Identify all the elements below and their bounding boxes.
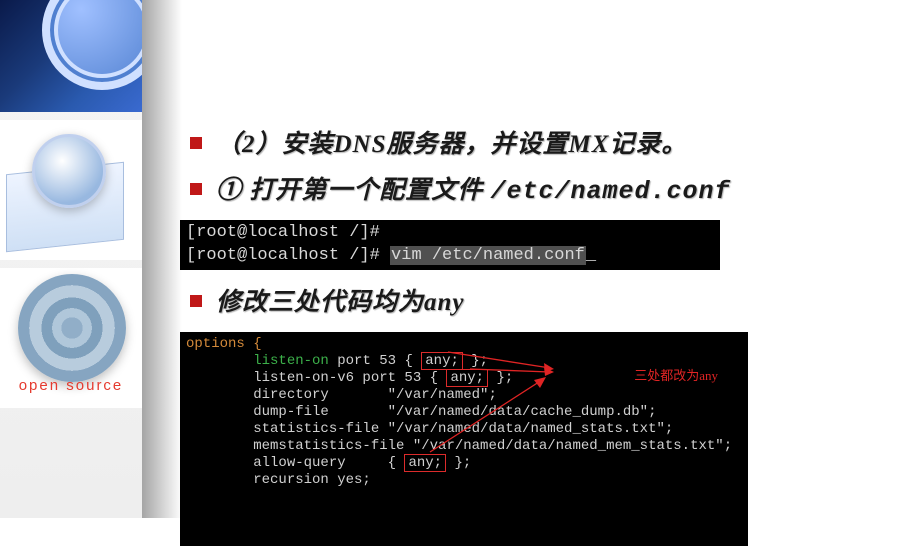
bullet-item-3: 修改三处代码均为any — [190, 284, 920, 322]
t2-line-7-prefix: allow-query { — [186, 455, 404, 471]
terminal-screenshot-1: [root@localhost /]# [root@localhost /]# … — [180, 220, 720, 270]
bullet-item-2: ① 打开第一个配置文件 /etc/named.conf — [190, 172, 920, 211]
t2-line-7-tail: }; — [446, 455, 471, 471]
t2-line-0: options { — [186, 336, 262, 352]
annotation-text: 三处都改为any — [634, 368, 718, 384]
bullet-item-1: （2）安装DNS服务器，并设置MX记录。 — [190, 126, 920, 164]
t2-line-8: recursion yes; — [186, 472, 371, 488]
term1-line1: [root@localhost /]# — [186, 223, 380, 242]
bullet-text-1: （2）安装DNS服务器，并设置MX记录。 — [216, 126, 687, 164]
sidebar-shadow — [142, 0, 182, 518]
bullet-text-2: ① 打开第一个配置文件 /etc/named.conf — [216, 172, 731, 211]
sidebar-image-box-compass — [0, 120, 142, 260]
open-source-emblem-icon — [42, 0, 142, 90]
t2-line-5: statistics-file "/var/named/data/named_s… — [186, 421, 673, 437]
bullet-square-icon — [190, 183, 202, 195]
sidebar-image-opensource-rings: open source — [0, 268, 142, 408]
slide-sidebar: open source — [0, 0, 142, 518]
bullet-text-3: 修改三处代码均为any — [216, 284, 465, 322]
bullet-2-code: /etc/named.conf — [491, 177, 731, 206]
t2-line-2-tail: }; — [488, 370, 513, 386]
bullet-square-icon — [190, 137, 202, 149]
t2-line-7-any: any; — [404, 454, 446, 472]
t2-line-3: directory "/var/named"; — [186, 387, 497, 403]
concentric-rings-icon — [18, 274, 126, 382]
t2-line-2-any: any; — [446, 369, 488, 387]
term1-line2-prompt: [root@localhost /]# — [186, 246, 390, 265]
slide-content: （2）安装DNS服务器，并设置MX记录。 ① 打开第一个配置文件 /etc/na… — [180, 0, 920, 518]
t2-line-6: memstatistics-file "/var/named/data/name… — [186, 438, 732, 454]
t2-line-1-keyword: listen-on — [253, 353, 329, 369]
sidebar-image-opensource-laptop — [0, 0, 142, 112]
t2-line-1-after: port 53 { — [329, 353, 421, 369]
t2-line-1-any: any; — [421, 352, 463, 370]
terminal-screenshot-2: options { listen-on port 53 { any; }; li… — [180, 332, 748, 546]
bullet-square-icon — [190, 295, 202, 307]
t2-line-1-prefix — [186, 353, 253, 369]
term1-cmd: vim /etc/named.conf — [390, 246, 586, 265]
open-source-label: open source — [0, 377, 142, 394]
bullet-2-text: ① 打开第一个配置文件 — [216, 177, 491, 204]
t2-line-4: dump-file "/var/named/data/cache_dump.db… — [186, 404, 656, 420]
t2-line-1-tail: }; — [463, 353, 488, 369]
compass-icon — [32, 134, 106, 208]
term1-cursor: _ — [586, 246, 596, 265]
t2-line-2-prefix: listen-on-v6 port 53 { — [186, 370, 446, 386]
